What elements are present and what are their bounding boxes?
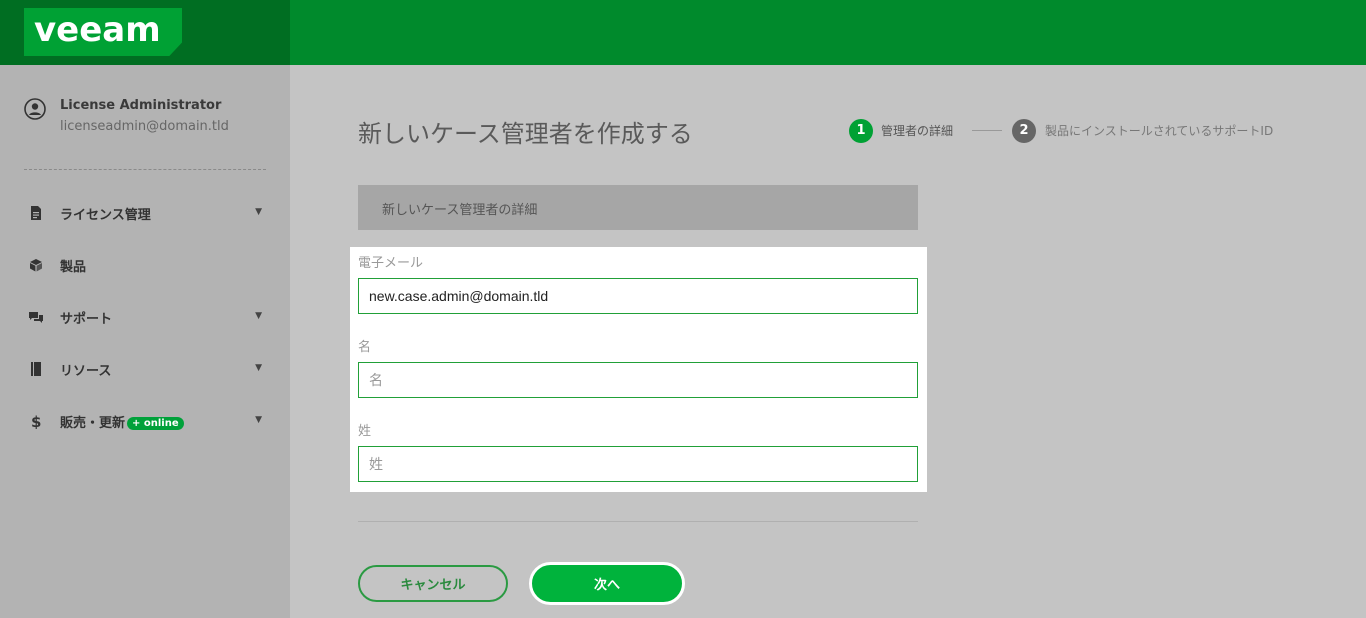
chat-bubbles-icon: [29, 312, 43, 323]
last-name-label: 姓: [358, 424, 372, 439]
stepper: 1 管理者の詳細 2 製品にインストールされているサポートID: [849, 119, 1319, 143]
last-name-field[interactable]: [358, 446, 918, 482]
sidebar-item-resources[interactable]: リソース ▼: [24, 353, 270, 383]
section-header: 新しいケース管理者の詳細: [358, 185, 918, 230]
next-button[interactable]: 次へ: [529, 562, 685, 605]
sidebar-item-support[interactable]: サポート ▼: [24, 301, 270, 331]
cube-icon: [30, 259, 42, 272]
logo-area: veeam: [0, 0, 290, 65]
cancel-button[interactable]: キャンセル: [358, 565, 508, 602]
email-label: 電子メール: [358, 256, 424, 271]
page-title: 新しいケース管理者を作成する: [358, 120, 693, 148]
chevron-down-icon: ▼: [255, 311, 262, 321]
step-1-indicator: 1: [849, 119, 873, 143]
sidebar-item-sales-renewal[interactable]: $ 販売・更新 + online ▼: [24, 405, 270, 435]
step-connector: [972, 130, 1002, 131]
user-circle-icon: [24, 98, 46, 120]
dollar-icon: $: [31, 413, 41, 429]
step-2-label: 製品にインストールされているサポートID: [1045, 124, 1274, 138]
chevron-down-icon: ▼: [255, 415, 262, 425]
sidebar: License Administrator licenseadmin@domai…: [0, 65, 290, 618]
email-field[interactable]: [358, 278, 918, 314]
step-1-label: 管理者の詳細: [881, 124, 954, 138]
veeam-logo[interactable]: veeam: [24, 8, 182, 56]
sidebar-item-label: サポート: [60, 312, 113, 327]
online-badge: + online: [127, 417, 184, 430]
form-panel: 電子メール 名 姓: [350, 247, 927, 492]
sidebar-item-license-management[interactable]: ライセンス管理 ▼: [24, 197, 270, 227]
svg-text:$: $: [31, 413, 41, 429]
section-header-text: 新しいケース管理者の詳細: [382, 203, 538, 218]
chevron-down-icon: ▼: [255, 363, 262, 373]
sidebar-item-label: 販売・更新 + online: [60, 412, 184, 431]
book-icon: [31, 362, 41, 376]
first-name-label: 名: [358, 340, 372, 355]
logo-text: veeam: [34, 10, 161, 50]
sidebar-item-label: ライセンス管理: [60, 208, 151, 223]
sidebar-item-text: 販売・更新: [60, 416, 126, 431]
form-divider: [358, 521, 918, 522]
step-2-indicator: 2: [1012, 119, 1036, 143]
first-name-field[interactable]: [358, 362, 918, 398]
sidebar-item-label: リソース: [60, 364, 112, 379]
chevron-down-icon: ▼: [255, 207, 262, 217]
document-icon: [31, 206, 41, 220]
sidebar-item-products[interactable]: 製品: [24, 249, 270, 279]
sidebar-item-label: 製品: [60, 260, 87, 275]
sidebar-divider: [24, 169, 266, 170]
user-email: licenseadmin@domain.tld: [60, 119, 229, 134]
top-bar: veeam: [0, 0, 1366, 65]
user-name: License Administrator: [60, 98, 222, 113]
